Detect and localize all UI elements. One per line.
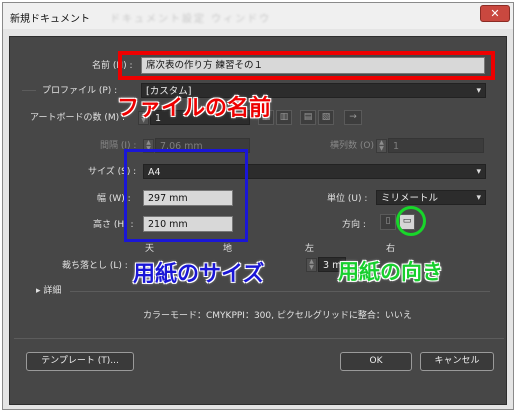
units-value: ミリメートル <box>381 193 439 204</box>
name-highlight-box <box>118 51 495 80</box>
profile-label: プロファイル (P) : <box>42 86 118 96</box>
window-title: 新規ドキュメント <box>10 14 90 25</box>
cancel-button[interactable]: キャンセル <box>420 352 494 371</box>
advanced-label: 詳細 <box>43 286 62 296</box>
orientation-label: 方向 : <box>342 220 366 230</box>
blurred-title-text: ドキュメント設定 ウィンドウ <box>110 14 272 25</box>
columns-input[interactable]: 1 <box>388 138 484 153</box>
close-button[interactable]: ✕ <box>480 5 510 22</box>
artboards-label: アートボードの数 (M) : <box>30 113 126 123</box>
bleed-bottom-header: 地 <box>223 244 233 254</box>
file-name-annotation: ファイルの名前 <box>117 96 272 121</box>
advanced-separator <box>70 291 490 292</box>
paper-size-annotation: 用紙のサイズ <box>133 262 265 287</box>
units-select[interactable]: ミリメートル <box>376 190 486 205</box>
summary-text: カラーモード：CMYKPPI：300, ピクセルグリッドに整合：いいえ <box>143 311 412 321</box>
footer-separator <box>14 338 504 339</box>
arrow-right-icon[interactable]: → <box>344 110 362 125</box>
columns-stepper[interactable]: ▲ ▼ <box>376 139 387 153</box>
orientation-annotation: 用紙の向き <box>338 260 443 284</box>
grid-by-column-icon[interactable]: ▥ <box>276 110 292 125</box>
bleed-label: 裁ち落とし (L) : <box>62 261 128 271</box>
bleed-left-stepper[interactable]: ▲ ▼ <box>306 258 317 272</box>
units-label: 単位 (U) : <box>327 194 368 204</box>
advanced-toggle[interactable]: ▸ 詳細 <box>36 285 61 297</box>
bleed-top-header: 天 <box>145 244 155 254</box>
ok-button[interactable]: OK <box>340 352 412 371</box>
arrange-column-icon[interactable]: ▧ <box>318 110 334 125</box>
templates-button[interactable]: テンプレート (T)... <box>26 352 134 371</box>
arrange-row-icon[interactable]: ▤ <box>300 110 316 125</box>
columns-label: 横列数 (O) : <box>330 141 380 151</box>
bleed-left-header: 左 <box>305 244 315 254</box>
portrait-orientation-icon[interactable]: ▯ <box>380 214 396 230</box>
size-highlight-box <box>124 149 248 242</box>
orientation-highlight-circle <box>396 206 426 236</box>
profile-line-left <box>22 90 36 91</box>
bleed-right-header: 右 <box>386 244 396 254</box>
